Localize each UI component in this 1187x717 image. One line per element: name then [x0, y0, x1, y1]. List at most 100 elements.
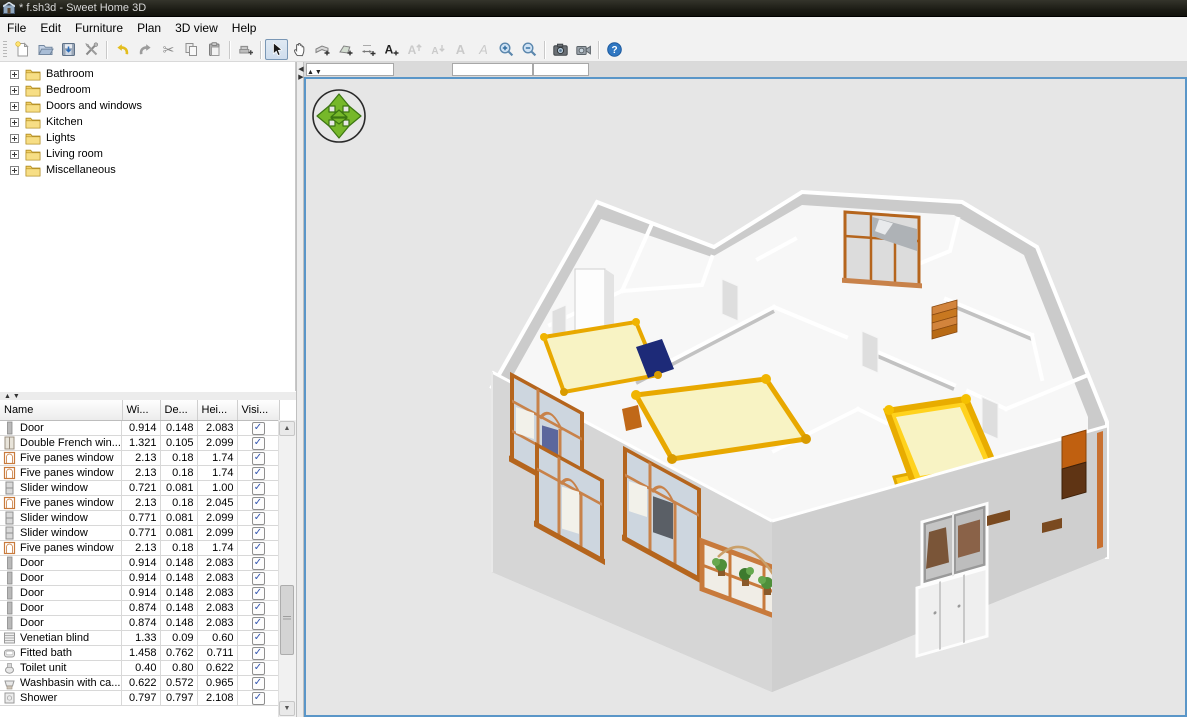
catalog-category-bedroom[interactable]: Bedroom [0, 82, 295, 98]
furniture-row[interactable]: Door0.9140.1482.083✓ [0, 571, 279, 586]
scroll-up-icon[interactable]: ▲ [279, 421, 295, 436]
preferences-button[interactable] [80, 39, 103, 60]
furniture-row[interactable]: Fitted bath1.4580.7620.711✓ [0, 646, 279, 661]
save-button[interactable] [57, 39, 80, 60]
create-walls-button[interactable] [311, 39, 334, 60]
visible-checkbox[interactable]: ✓ [252, 422, 265, 435]
catalog-category-kitchen[interactable]: Kitchen [0, 114, 295, 130]
visible-checkbox[interactable]: ✓ [252, 572, 265, 585]
create-photo-button[interactable] [549, 39, 572, 60]
visible-checkbox[interactable]: ✓ [252, 587, 265, 600]
select-mode-button[interactable] [265, 39, 288, 60]
column-header-visi[interactable]: Visi... [237, 400, 279, 420]
vertical-splitter[interactable]: ◀▶ [296, 62, 304, 717]
create-rooms-button[interactable] [334, 39, 357, 60]
column-header-de[interactable]: De... [160, 400, 197, 420]
splitter-collapse-icons[interactable]: ▲▼ [4, 393, 22, 400]
open-button[interactable] [34, 39, 57, 60]
furniture-row[interactable]: Five panes window2.130.182.045✓ [0, 496, 279, 511]
visible-checkbox[interactable]: ✓ [252, 437, 265, 450]
new-home-button[interactable] [11, 39, 34, 60]
furniture-row[interactable]: Double French win...1.3210.1052.099✓ [0, 436, 279, 451]
expand-plus-icon[interactable] [10, 70, 19, 79]
scrollbar-thumb[interactable] [280, 585, 294, 655]
catalog-category-doors-and-windows[interactable]: Doors and windows [0, 98, 295, 114]
furniture-row[interactable]: Venetian blind1.330.090.60✓ [0, 631, 279, 646]
help-button[interactable]: ? [603, 39, 626, 60]
visible-checkbox[interactable]: ✓ [252, 617, 265, 630]
catalog-category-miscellaneous[interactable]: Miscellaneous [0, 162, 295, 178]
expand-plus-icon[interactable] [10, 150, 19, 159]
zoom-in-button[interactable] [495, 39, 518, 60]
furniture-depth: 0.081 [160, 526, 197, 541]
visible-checkbox[interactable]: ✓ [252, 527, 265, 540]
menu-file[interactable]: File [0, 18, 33, 38]
visible-checkbox[interactable]: ✓ [252, 452, 265, 465]
furniture-name: Five panes window [20, 452, 114, 464]
visible-checkbox[interactable]: ✓ [252, 467, 265, 480]
visible-checkbox[interactable]: ✓ [252, 557, 265, 570]
house-3d-render[interactable] [306, 79, 1187, 717]
column-header-wi[interactable]: Wi... [122, 400, 160, 420]
catalog-category-lights[interactable]: Lights [0, 130, 295, 146]
zoom-out-button[interactable] [518, 39, 541, 60]
menu-edit[interactable]: Edit [33, 18, 68, 38]
visible-checkbox[interactable]: ✓ [252, 677, 265, 690]
furniture-row[interactable]: Slider window0.7710.0812.099✓ [0, 526, 279, 541]
visible-checkbox[interactable]: ✓ [252, 482, 265, 495]
title-bar[interactable]: * f.sh3d - Sweet Home 3D [0, 0, 1187, 17]
expand-plus-icon[interactable] [10, 134, 19, 143]
menu-help[interactable]: Help [225, 18, 264, 38]
paste-button[interactable] [203, 39, 226, 60]
furniture-row[interactable]: Five panes window2.130.181.74✓ [0, 541, 279, 556]
furniture-row[interactable]: Five panes window2.130.181.74✓ [0, 451, 279, 466]
expand-plus-icon[interactable] [10, 118, 19, 127]
furniture-row[interactable]: Shower0.7970.7972.108✓ [0, 691, 279, 706]
visible-checkbox[interactable]: ✓ [252, 662, 265, 675]
expand-plus-icon[interactable] [10, 166, 19, 175]
column-header-name[interactable]: Name [0, 400, 122, 420]
table-scrollbar[interactable]: ▲ ▼ [278, 420, 296, 717]
furniture-row[interactable]: Door0.8740.1482.083✓ [0, 616, 279, 631]
furniture-row[interactable]: Washbasin with ca...0.6220.5720.965✓ [0, 676, 279, 691]
pan-mode-button[interactable] [288, 39, 311, 60]
create-video-button[interactable] [572, 39, 595, 60]
furniture-depth: 0.09 [160, 631, 197, 646]
furniture-row[interactable]: Door0.9140.1482.083✓ [0, 420, 279, 436]
visible-checkbox[interactable]: ✓ [252, 602, 265, 615]
furniture-row[interactable]: Door0.8740.1482.083✓ [0, 601, 279, 616]
scroll-down-icon[interactable]: ▼ [279, 701, 295, 716]
add-furniture-button[interactable] [234, 39, 257, 60]
visible-checkbox[interactable]: ✓ [252, 512, 265, 525]
menu-furniture[interactable]: Furniture [68, 18, 130, 38]
catalog-category-bathroom[interactable]: Bathroom [0, 66, 295, 82]
add-texts-button[interactable]: A [380, 39, 403, 60]
3d-view[interactable] [304, 77, 1187, 717]
redo-button[interactable] [134, 39, 157, 60]
navigation-compass[interactable] [309, 84, 369, 144]
expand-plus-icon[interactable] [10, 86, 19, 95]
splitter-collapse-icons[interactable]: ▲▼ [307, 69, 323, 76]
expand-plus-icon[interactable] [10, 102, 19, 111]
furniture-row[interactable]: Door0.9140.1482.083✓ [0, 556, 279, 571]
visible-checkbox[interactable]: ✓ [252, 542, 265, 555]
menu-3d-view[interactable]: 3D view [168, 18, 225, 38]
visible-checkbox[interactable]: ✓ [252, 632, 265, 645]
furniture-row[interactable]: Slider window0.7710.0812.099✓ [0, 511, 279, 526]
visible-checkbox[interactable]: ✓ [252, 692, 265, 705]
visible-checkbox[interactable]: ✓ [252, 497, 265, 510]
toolbar-grip[interactable] [3, 41, 7, 59]
menu-plan[interactable]: Plan [130, 18, 168, 38]
cut-button[interactable]: ✂ [157, 39, 180, 60]
furniture-row[interactable]: Slider window0.7210.0811.00✓ [0, 481, 279, 496]
visible-checkbox[interactable]: ✓ [252, 647, 265, 660]
copy-button[interactable] [180, 39, 203, 60]
undo-button[interactable] [111, 39, 134, 60]
furniture-row[interactable]: Door0.9140.1482.083✓ [0, 586, 279, 601]
furniture-row[interactable]: Five panes window2.130.181.74✓ [0, 466, 279, 481]
furniture-width: 0.771 [122, 526, 160, 541]
column-header-hei[interactable]: Hei... [197, 400, 237, 420]
furniture-row[interactable]: Toilet unit0.400.800.622✓ [0, 661, 279, 676]
create-dimensions-button[interactable] [357, 39, 380, 60]
catalog-category-living-room[interactable]: Living room [0, 146, 295, 162]
